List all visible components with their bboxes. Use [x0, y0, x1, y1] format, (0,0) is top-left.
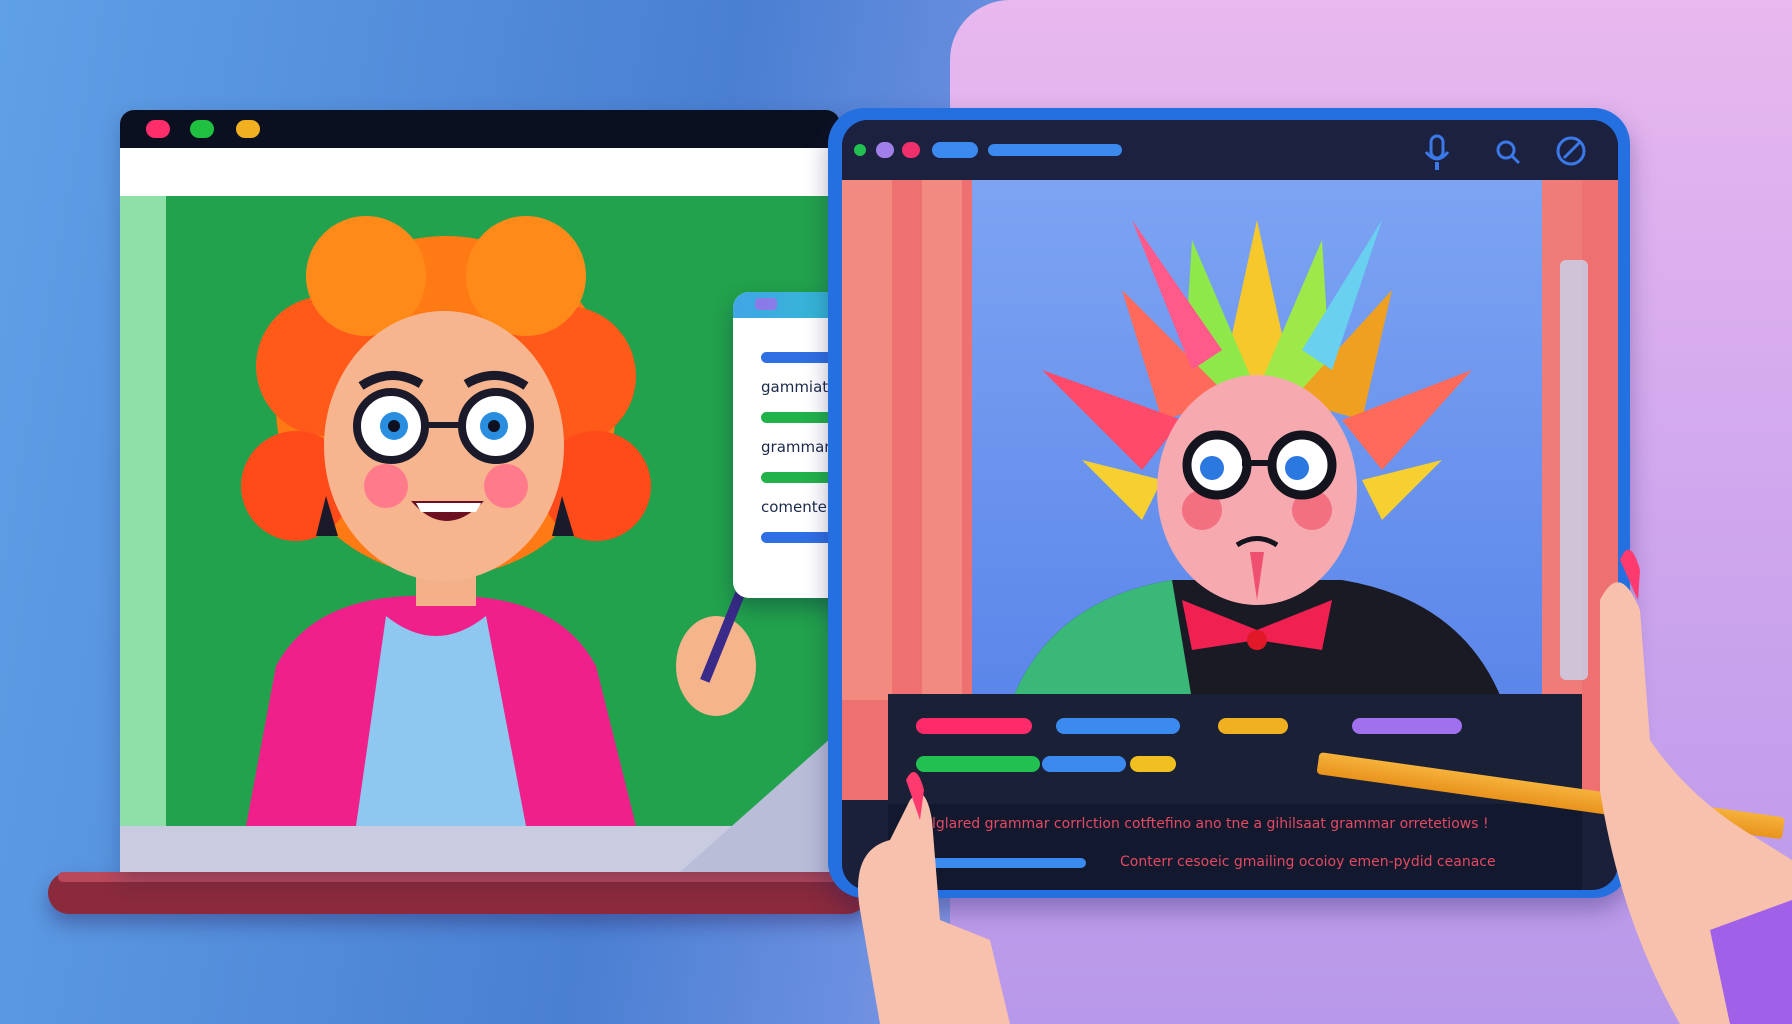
student-video: [972, 180, 1542, 700]
tag-pill[interactable]: [1042, 756, 1126, 772]
curtain-left: [922, 180, 962, 700]
tablet-toolbar: [842, 120, 1618, 180]
search-icon[interactable]: [1494, 138, 1522, 166]
laptop-titlebar: [120, 110, 840, 148]
tag-pill[interactable]: [1130, 756, 1176, 772]
status-dot-icon: [876, 142, 894, 158]
minimize-dot-icon[interactable]: [236, 120, 260, 138]
microphone-icon[interactable]: [1422, 134, 1452, 172]
student-illustration: [1012, 220, 1502, 700]
maximize-dot-icon[interactable]: [190, 120, 214, 138]
tag-pill[interactable]: [1056, 718, 1180, 734]
tag-pill[interactable]: [1352, 718, 1462, 734]
status-dot-icon: [854, 144, 866, 156]
pen-icon[interactable]: [1554, 134, 1588, 168]
status-dot-icon: [902, 142, 920, 158]
caption-line-2: Conterr cesoeic gmailing ocoioy emen-pyd…: [1120, 854, 1496, 870]
laptop-base-highlight: [58, 872, 858, 882]
laptop-address-bar: [120, 148, 840, 196]
tag-pill[interactable]: [916, 718, 1032, 734]
laptop-screen-edge: [120, 196, 166, 826]
card-chip-icon: [755, 298, 777, 310]
right-hand: [1600, 549, 1792, 1024]
tag-pill[interactable]: [1218, 718, 1288, 734]
laptop-window: [120, 110, 840, 872]
toolbar-pill[interactable]: [932, 142, 978, 158]
toolbar-address-bar[interactable]: [988, 144, 1122, 156]
suggestion-label-3: comenter: [761, 498, 834, 516]
close-dot-icon[interactable]: [146, 120, 170, 138]
left-hand: [858, 772, 1010, 1024]
curtain-left: [842, 180, 892, 700]
